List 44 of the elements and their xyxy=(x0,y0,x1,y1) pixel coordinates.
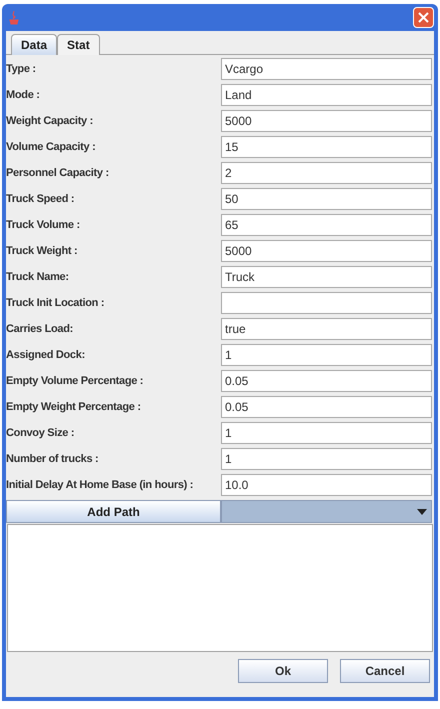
input-field[interactable]: Vcargo xyxy=(221,58,432,80)
ok-button[interactable]: Ok xyxy=(238,659,328,683)
input-field[interactable] xyxy=(221,292,432,314)
input-field[interactable]: 0.05 xyxy=(221,396,432,418)
input-field[interactable]: true xyxy=(221,318,432,340)
field-label: Convoy Size : xyxy=(6,426,76,441)
field-label: Truck Init Location : xyxy=(6,296,106,311)
field-label: Volume Capacity : xyxy=(6,140,96,155)
field-label: Personnel Capacity : xyxy=(6,166,110,181)
field-label: Type : xyxy=(6,62,37,77)
input-field[interactable]: Truck xyxy=(221,266,432,288)
input-field[interactable]: 1 xyxy=(221,422,432,444)
close-button[interactable] xyxy=(413,7,434,28)
input-field[interactable]: 2 xyxy=(221,162,432,184)
dropdown-arrow-icon xyxy=(417,508,427,514)
input-field[interactable]: 1 xyxy=(221,448,432,470)
input-field[interactable]: 5000 xyxy=(221,110,432,132)
field-label: Truck Weight : xyxy=(6,244,78,259)
tab[interactable]: Data xyxy=(11,34,58,55)
tab[interactable]: Stat xyxy=(57,34,100,55)
input-field[interactable]: Land xyxy=(221,84,432,106)
field-label: Weight Capacity : xyxy=(6,114,94,129)
field-label: Number of trucks : xyxy=(6,452,100,467)
field-label: Mode : xyxy=(6,88,41,103)
cancel-button[interactable]: Cancel xyxy=(340,659,430,683)
input-field[interactable]: 5000 xyxy=(221,240,432,262)
input-field[interactable]: 1 xyxy=(221,344,432,366)
field-label: Empty Weight Percentage : xyxy=(6,400,142,415)
add-path-button[interactable]: Add Path xyxy=(6,500,221,523)
path-dropdown[interactable] xyxy=(221,500,432,523)
field-label: Truck Volume : xyxy=(6,218,81,233)
field-label: Truck Speed : xyxy=(6,192,76,207)
close-icon xyxy=(418,12,429,23)
field-label: Assigned Dock: xyxy=(6,348,86,363)
cup-icon xyxy=(9,10,19,24)
field-label: Carries Load: xyxy=(6,322,74,337)
field-label: Truck Name: xyxy=(6,270,70,285)
input-field[interactable]: 10.0 xyxy=(221,474,432,496)
field-label: Initial Delay At Home Base (in hours) : xyxy=(6,478,194,493)
input-field[interactable]: 0.05 xyxy=(221,370,432,392)
input-field[interactable]: 15 xyxy=(221,136,432,158)
input-field[interactable]: 65 xyxy=(221,214,432,236)
field-label: Empty Volume Percentage : xyxy=(6,374,144,389)
input-field[interactable]: 50 xyxy=(221,188,432,210)
